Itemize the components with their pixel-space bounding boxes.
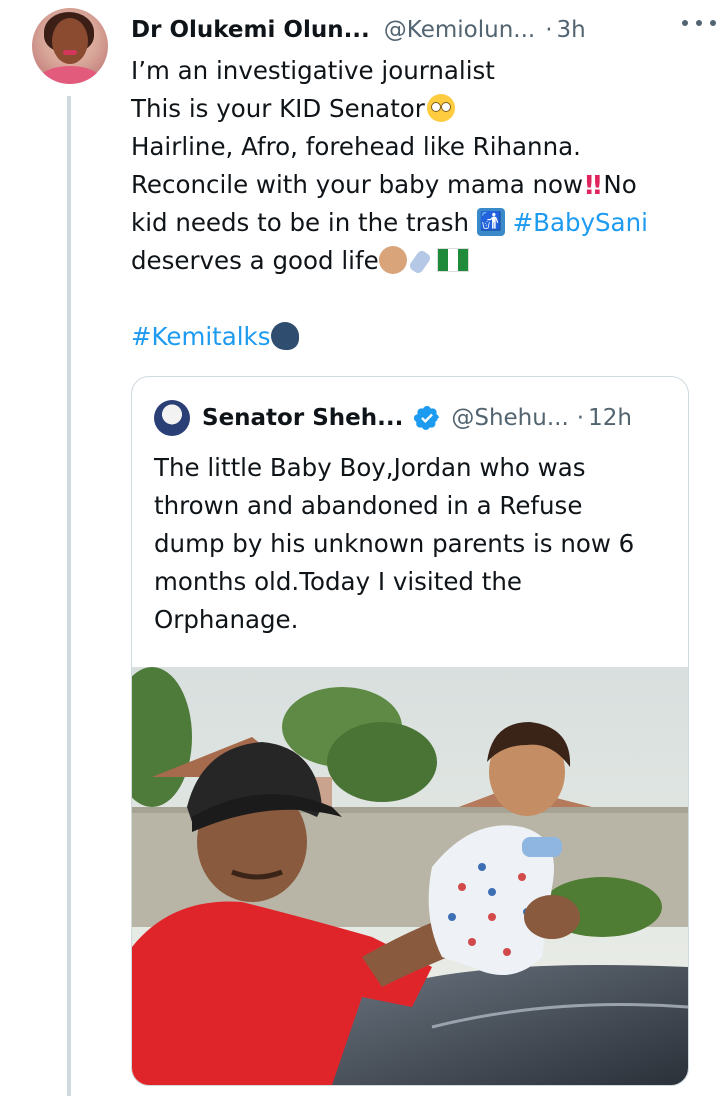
tweet-text-line: Hairline, Afro, forehead like Rihanna. <box>131 132 581 161</box>
nigeria-flag-emoji <box>436 248 469 272</box>
tweet-text-line: This is your KID Senator <box>131 94 425 123</box>
tweet-time[interactable]: 3h <box>557 17 586 43</box>
quoted-author-avatar[interactable] <box>154 400 190 436</box>
author-avatar[interactable] <box>32 8 108 84</box>
more-horizontal-icon[interactable] <box>682 16 716 30</box>
author-handle[interactable]: @Kemiolun... <box>384 17 535 43</box>
baby-emoji <box>378 246 407 274</box>
quoted-tweet-time[interactable]: 12h <box>588 405 632 431</box>
quoted-tweet-header: Senator Sheh... @Shehu... · 12h <box>154 400 674 436</box>
put-litter-in-bin-emoji: 🚮 <box>476 208 505 236</box>
rolling-eyes-emoji <box>426 94 455 122</box>
verified-badge-icon <box>414 406 440 430</box>
tweet-text-line: I’m an investigative journalist <box>131 56 495 85</box>
separator-dot: · <box>545 17 553 43</box>
tweet-text: I’m an investigative journalist This is … <box>131 52 691 356</box>
attached-photo[interactable] <box>132 667 688 1085</box>
quoted-tweet[interactable]: Senator Sheh... @Shehu... · 12h The litt… <box>131 376 689 1086</box>
double-exclamation-emoji: ‼ <box>585 171 602 201</box>
hashtag-babysani[interactable]: #BabySani <box>513 208 648 237</box>
quoted-tweet-text: The little Baby Boy,Jordan who was throw… <box>154 449 674 639</box>
tweet-text-line: Reconcile with your baby mama now <box>131 170 584 199</box>
hashtag-kemitalks[interactable]: #Kemitalks <box>131 322 271 351</box>
quoted-text-line: dump by his unknown parents is now 6 <box>154 529 635 558</box>
quoted-text-line: thrown and abandoned in a Refuse <box>154 491 583 520</box>
baby-bottle-emoji <box>407 245 437 275</box>
quoted-text-line: Orphanage. <box>154 605 299 634</box>
thread-line <box>67 96 71 1096</box>
quoted-text-line: months old.Today I visited the <box>154 567 522 596</box>
tweet-header: Dr Olukemi Olun... @Kemiolun... · 3h <box>131 12 691 48</box>
speaking-head-emoji <box>270 322 299 350</box>
tweet-text-line: deserves a good life <box>131 246 379 275</box>
quoted-author-handle[interactable]: @Shehu... <box>451 405 568 431</box>
quoted-text-line: The little Baby Boy,Jordan who was <box>154 453 586 482</box>
separator-dot: · <box>576 405 585 431</box>
tweet-text-line: No <box>603 170 637 199</box>
author-name[interactable]: Dr Olukemi Olun... <box>131 17 370 43</box>
tweet-text-line: kid needs to be in the trash <box>131 208 470 237</box>
quoted-author-name[interactable]: Senator Sheh... <box>202 405 403 431</box>
